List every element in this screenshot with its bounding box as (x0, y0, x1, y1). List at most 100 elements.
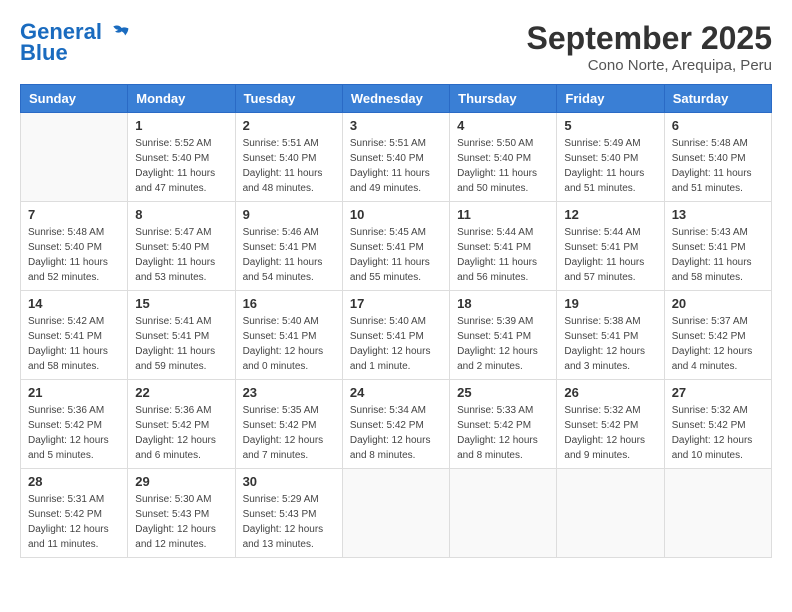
calendar-cell: 11Sunrise: 5:44 AM Sunset: 5:41 PM Dayli… (450, 202, 557, 291)
day-info: Sunrise: 5:47 AM Sunset: 5:40 PM Dayligh… (135, 225, 227, 285)
day-number: 13 (672, 207, 764, 222)
calendar-cell (450, 469, 557, 558)
day-number: 11 (457, 207, 549, 222)
day-info: Sunrise: 5:36 AM Sunset: 5:42 PM Dayligh… (135, 403, 227, 463)
day-info: Sunrise: 5:51 AM Sunset: 5:40 PM Dayligh… (243, 136, 335, 196)
day-number: 2 (243, 118, 335, 133)
day-number: 17 (350, 296, 442, 311)
calendar-cell: 16Sunrise: 5:40 AM Sunset: 5:41 PM Dayli… (235, 291, 342, 380)
day-info: Sunrise: 5:44 AM Sunset: 5:41 PM Dayligh… (564, 225, 656, 285)
day-info: Sunrise: 5:41 AM Sunset: 5:41 PM Dayligh… (135, 314, 227, 374)
calendar-cell: 6 Sunrise: 5:48 AM Sunset: 5:40 PM Daylig… (664, 113, 771, 202)
title-block: September 2025 Cono Norte, Arequipa, Per… (527, 20, 772, 74)
logo-bird-icon (110, 23, 130, 43)
weekday-header: Monday (128, 85, 235, 113)
day-number: 27 (672, 385, 764, 400)
calendar-cell: 15 Sunrise: 5:41 AM Sunset: 5:41 PM Dayli… (128, 291, 235, 380)
day-info: Sunrise: 5:38 AM Sunset: 5:41 PM Dayligh… (564, 314, 656, 374)
day-info: Sunrise: 5:49 AM Sunset: 5:40 PM Dayligh… (564, 136, 656, 196)
calendar-cell: 7 Sunrise: 5:48 AM Sunset: 5:40 PM Daylig… (21, 202, 128, 291)
calendar-week-row: 7 Sunrise: 5:48 AM Sunset: 5:40 PM Daylig… (21, 202, 772, 291)
day-info: Sunrise: 5:34 AM Sunset: 5:42 PM Dayligh… (350, 403, 442, 463)
day-number: 28 (28, 474, 120, 489)
day-number: 22 (135, 385, 227, 400)
calendar-cell (342, 469, 449, 558)
day-number: 23 (243, 385, 335, 400)
day-number: 8 (135, 207, 227, 222)
day-number: 3 (350, 118, 442, 133)
day-info: Sunrise: 5:32 AM Sunset: 5:42 PM Dayligh… (564, 403, 656, 463)
day-info: Sunrise: 5:45 AM Sunset: 5:41 PM Dayligh… (350, 225, 442, 285)
day-number: 10 (350, 207, 442, 222)
calendar-cell: 12 Sunrise: 5:44 AM Sunset: 5:41 PM Dayli… (557, 202, 664, 291)
calendar-cell: 25 Sunrise: 5:33 AM Sunset: 5:42 PM Dayli… (450, 380, 557, 469)
calendar-cell: 2 Sunrise: 5:51 AM Sunset: 5:40 PM Daylig… (235, 113, 342, 202)
day-info: Sunrise: 5:32 AM Sunset: 5:42 PM Dayligh… (672, 403, 764, 463)
page-header: General Blue September 2025 Cono Norte, … (20, 20, 772, 74)
day-info: Sunrise: 5:35 AM Sunset: 5:42 PM Dayligh… (243, 403, 335, 463)
day-info: Sunrise: 5:43 AM Sunset: 5:41 PM Dayligh… (672, 225, 764, 285)
day-info: Sunrise: 5:40 AM Sunset: 5:41 PM Dayligh… (243, 314, 335, 374)
calendar-cell: 13 Sunrise: 5:43 AM Sunset: 5:41 PM Dayli… (664, 202, 771, 291)
calendar-cell (664, 469, 771, 558)
weekday-header: Friday (557, 85, 664, 113)
calendar-table: SundayMondayTuesdayWednesdayThursdayFrid… (20, 84, 772, 558)
weekday-header: Wednesday (342, 85, 449, 113)
calendar-cell: 8 Sunrise: 5:47 AM Sunset: 5:40 PM Daylig… (128, 202, 235, 291)
day-number: 1 (135, 118, 227, 133)
month-title: September 2025 (527, 20, 772, 57)
day-number: 9 (243, 207, 335, 222)
day-info: Sunrise: 5:37 AM Sunset: 5:42 PM Dayligh… (672, 314, 764, 374)
calendar-cell: 29Sunrise: 5:30 AM Sunset: 5:43 PM Dayli… (128, 469, 235, 558)
day-info: Sunrise: 5:42 AM Sunset: 5:41 PM Dayligh… (28, 314, 120, 374)
calendar-cell: 21 Sunrise: 5:36 AM Sunset: 5:42 PM Dayli… (21, 380, 128, 469)
weekday-header: Thursday (450, 85, 557, 113)
weekday-header: Saturday (664, 85, 771, 113)
day-number: 21 (28, 385, 120, 400)
calendar-cell: 10 Sunrise: 5:45 AM Sunset: 5:41 PM Dayli… (342, 202, 449, 291)
day-info: Sunrise: 5:36 AM Sunset: 5:42 PM Dayligh… (28, 403, 120, 463)
location-subtitle: Cono Norte, Arequipa, Peru (527, 57, 772, 74)
day-info: Sunrise: 5:48 AM Sunset: 5:40 PM Dayligh… (672, 136, 764, 196)
calendar-cell: 28Sunrise: 5:31 AM Sunset: 5:42 PM Dayli… (21, 469, 128, 558)
calendar-week-row: 14 Sunrise: 5:42 AM Sunset: 5:41 PM Dayli… (21, 291, 772, 380)
day-number: 4 (457, 118, 549, 133)
day-info: Sunrise: 5:52 AM Sunset: 5:40 PM Dayligh… (135, 136, 227, 196)
calendar-cell: 23 Sunrise: 5:35 AM Sunset: 5:42 PM Dayli… (235, 380, 342, 469)
calendar-cell: 18 Sunrise: 5:39 AM Sunset: 5:41 PM Dayli… (450, 291, 557, 380)
day-number: 20 (672, 296, 764, 311)
logo: General Blue (20, 20, 130, 66)
calendar-cell (557, 469, 664, 558)
calendar-cell: 30 Sunrise: 5:29 AM Sunset: 5:43 PM Dayli… (235, 469, 342, 558)
day-number: 12 (564, 207, 656, 222)
day-info: Sunrise: 5:29 AM Sunset: 5:43 PM Dayligh… (243, 492, 335, 552)
calendar-cell: 26 Sunrise: 5:32 AM Sunset: 5:42 PM Dayli… (557, 380, 664, 469)
calendar-cell: 3 Sunrise: 5:51 AM Sunset: 5:40 PM Daylig… (342, 113, 449, 202)
day-number: 7 (28, 207, 120, 222)
day-info: Sunrise: 5:39 AM Sunset: 5:41 PM Dayligh… (457, 314, 549, 374)
calendar-week-row: 21 Sunrise: 5:36 AM Sunset: 5:42 PM Dayli… (21, 380, 772, 469)
day-info: Sunrise: 5:51 AM Sunset: 5:40 PM Dayligh… (350, 136, 442, 196)
day-number: 6 (672, 118, 764, 133)
calendar-cell: 20 Sunrise: 5:37 AM Sunset: 5:42 PM Dayli… (664, 291, 771, 380)
calendar-cell: 1 Sunrise: 5:52 AM Sunset: 5:40 PM Daylig… (128, 113, 235, 202)
day-number: 26 (564, 385, 656, 400)
calendar-cell (21, 113, 128, 202)
day-info: Sunrise: 5:50 AM Sunset: 5:40 PM Dayligh… (457, 136, 549, 196)
day-info: Sunrise: 5:30 AM Sunset: 5:43 PM Dayligh… (135, 492, 227, 552)
day-info: Sunrise: 5:46 AM Sunset: 5:41 PM Dayligh… (243, 225, 335, 285)
day-info: Sunrise: 5:33 AM Sunset: 5:42 PM Dayligh… (457, 403, 549, 463)
weekday-header: Tuesday (235, 85, 342, 113)
day-number: 19 (564, 296, 656, 311)
day-info: Sunrise: 5:48 AM Sunset: 5:40 PM Dayligh… (28, 225, 120, 285)
day-number: 14 (28, 296, 120, 311)
day-number: 18 (457, 296, 549, 311)
day-number: 30 (243, 474, 335, 489)
calendar-cell: 19 Sunrise: 5:38 AM Sunset: 5:41 PM Dayli… (557, 291, 664, 380)
calendar-cell: 22 Sunrise: 5:36 AM Sunset: 5:42 PM Dayli… (128, 380, 235, 469)
day-number: 15 (135, 296, 227, 311)
calendar-cell: 9 Sunrise: 5:46 AM Sunset: 5:41 PM Daylig… (235, 202, 342, 291)
calendar-header-row: SundayMondayTuesdayWednesdayThursdayFrid… (21, 85, 772, 113)
day-number: 25 (457, 385, 549, 400)
day-number: 5 (564, 118, 656, 133)
